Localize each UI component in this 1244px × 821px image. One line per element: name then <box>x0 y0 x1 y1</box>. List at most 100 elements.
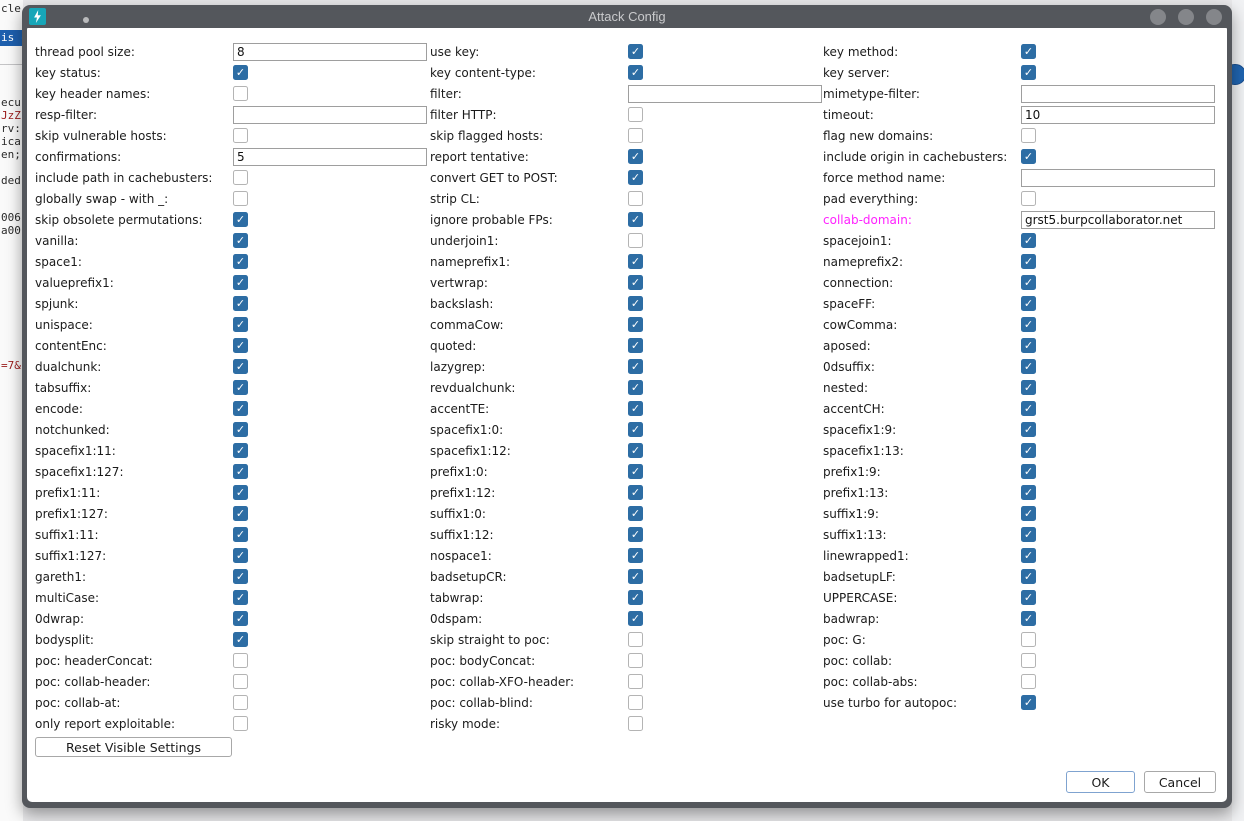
checkbox-checked[interactable]: ✓ <box>233 233 248 248</box>
checkbox-checked[interactable]: ✓ <box>628 464 643 479</box>
checkbox-checked[interactable]: ✓ <box>628 44 643 59</box>
checkbox-checked[interactable]: ✓ <box>1021 254 1036 269</box>
text-field[interactable] <box>1021 169 1215 187</box>
reset-visible-settings-button[interactable]: Reset Visible Settings <box>35 737 232 757</box>
checkbox-unchecked[interactable] <box>233 653 248 668</box>
text-field[interactable] <box>233 148 427 166</box>
checkbox-checked[interactable]: ✓ <box>1021 338 1036 353</box>
checkbox-unchecked[interactable] <box>233 170 248 185</box>
checkbox-checked[interactable]: ✓ <box>233 548 248 563</box>
checkbox-checked[interactable]: ✓ <box>1021 548 1036 563</box>
checkbox-checked[interactable]: ✓ <box>233 569 248 584</box>
checkbox-checked[interactable]: ✓ <box>233 296 248 311</box>
cancel-button[interactable]: Cancel <box>1144 771 1216 793</box>
checkbox-checked[interactable]: ✓ <box>233 317 248 332</box>
checkbox-checked[interactable]: ✓ <box>628 170 643 185</box>
checkbox-checked[interactable]: ✓ <box>233 422 248 437</box>
checkbox-unchecked[interactable] <box>233 716 248 731</box>
checkbox-checked[interactable]: ✓ <box>233 485 248 500</box>
ok-button[interactable]: OK <box>1066 771 1135 793</box>
checkbox-checked[interactable]: ✓ <box>628 317 643 332</box>
checkbox-checked[interactable]: ✓ <box>233 611 248 626</box>
checkbox-checked[interactable]: ✓ <box>1021 233 1036 248</box>
checkbox-unchecked[interactable] <box>1021 632 1036 647</box>
checkbox-unchecked[interactable] <box>628 233 643 248</box>
checkbox-unchecked[interactable] <box>628 191 643 206</box>
text-field[interactable] <box>628 85 822 103</box>
checkbox-checked[interactable]: ✓ <box>1021 590 1036 605</box>
checkbox-unchecked[interactable] <box>628 674 643 689</box>
checkbox-checked[interactable]: ✓ <box>233 506 248 521</box>
checkbox-checked[interactable]: ✓ <box>1021 611 1036 626</box>
checkbox-checked[interactable]: ✓ <box>1021 485 1036 500</box>
window-button-3[interactable] <box>1206 9 1222 25</box>
checkbox-checked[interactable]: ✓ <box>1021 275 1036 290</box>
checkbox-checked[interactable]: ✓ <box>1021 464 1036 479</box>
checkbox-unchecked[interactable] <box>1021 128 1036 143</box>
checkbox-unchecked[interactable] <box>1021 653 1036 668</box>
checkbox-checked[interactable]: ✓ <box>628 380 643 395</box>
checkbox-checked[interactable]: ✓ <box>628 359 643 374</box>
checkbox-checked[interactable]: ✓ <box>628 296 643 311</box>
window-button-2[interactable] <box>1178 9 1194 25</box>
checkbox-checked[interactable]: ✓ <box>233 632 248 647</box>
checkbox-checked[interactable]: ✓ <box>233 65 248 80</box>
checkbox-unchecked[interactable] <box>1021 674 1036 689</box>
dialog-titlebar[interactable]: Attack Config <box>22 5 1232 28</box>
checkbox-checked[interactable]: ✓ <box>628 569 643 584</box>
checkbox-checked[interactable]: ✓ <box>1021 359 1036 374</box>
checkbox-checked[interactable]: ✓ <box>628 149 643 164</box>
checkbox-unchecked[interactable] <box>233 86 248 101</box>
checkbox-unchecked[interactable] <box>233 128 248 143</box>
checkbox-checked[interactable]: ✓ <box>1021 380 1036 395</box>
checkbox-checked[interactable]: ✓ <box>1021 44 1036 59</box>
window-button-1[interactable] <box>1150 9 1166 25</box>
checkbox-checked[interactable]: ✓ <box>628 254 643 269</box>
checkbox-checked[interactable]: ✓ <box>233 464 248 479</box>
checkbox-checked[interactable]: ✓ <box>628 338 643 353</box>
checkbox-unchecked[interactable] <box>233 674 248 689</box>
checkbox-checked[interactable]: ✓ <box>1021 695 1036 710</box>
checkbox-unchecked[interactable] <box>628 653 643 668</box>
checkbox-checked[interactable]: ✓ <box>628 212 643 227</box>
checkbox-checked[interactable]: ✓ <box>1021 506 1036 521</box>
checkbox-checked[interactable]: ✓ <box>1021 65 1036 80</box>
checkbox-checked[interactable]: ✓ <box>1021 317 1036 332</box>
checkbox-checked[interactable]: ✓ <box>233 254 248 269</box>
checkbox-unchecked[interactable] <box>233 695 248 710</box>
checkbox-checked[interactable]: ✓ <box>233 443 248 458</box>
checkbox-checked[interactable]: ✓ <box>1021 422 1036 437</box>
checkbox-checked[interactable]: ✓ <box>628 485 643 500</box>
checkbox-checked[interactable]: ✓ <box>233 527 248 542</box>
checkbox-checked[interactable]: ✓ <box>628 590 643 605</box>
text-field[interactable] <box>1021 85 1215 103</box>
checkbox-checked[interactable]: ✓ <box>628 443 643 458</box>
checkbox-checked[interactable]: ✓ <box>1021 401 1036 416</box>
checkbox-checked[interactable]: ✓ <box>628 65 643 80</box>
checkbox-checked[interactable]: ✓ <box>233 590 248 605</box>
checkbox-checked[interactable]: ✓ <box>628 506 643 521</box>
checkbox-unchecked[interactable] <box>233 191 248 206</box>
checkbox-unchecked[interactable] <box>628 107 643 122</box>
checkbox-checked[interactable]: ✓ <box>233 212 248 227</box>
text-field[interactable] <box>233 106 427 124</box>
checkbox-checked[interactable]: ✓ <box>1021 527 1036 542</box>
checkbox-unchecked[interactable] <box>628 632 643 647</box>
checkbox-checked[interactable]: ✓ <box>233 401 248 416</box>
checkbox-unchecked[interactable] <box>628 128 643 143</box>
checkbox-unchecked[interactable] <box>628 716 643 731</box>
checkbox-checked[interactable]: ✓ <box>233 380 248 395</box>
checkbox-checked[interactable]: ✓ <box>233 338 248 353</box>
text-field[interactable] <box>1021 211 1215 229</box>
checkbox-checked[interactable]: ✓ <box>1021 569 1036 584</box>
checkbox-checked[interactable]: ✓ <box>628 275 643 290</box>
checkbox-checked[interactable]: ✓ <box>1021 296 1036 311</box>
checkbox-checked[interactable]: ✓ <box>1021 443 1036 458</box>
checkbox-checked[interactable]: ✓ <box>628 527 643 542</box>
checkbox-unchecked[interactable] <box>628 695 643 710</box>
checkbox-checked[interactable]: ✓ <box>628 548 643 563</box>
checkbox-checked[interactable]: ✓ <box>628 611 643 626</box>
checkbox-checked[interactable]: ✓ <box>628 422 643 437</box>
checkbox-unchecked[interactable] <box>1021 191 1036 206</box>
text-field[interactable] <box>233 43 427 61</box>
